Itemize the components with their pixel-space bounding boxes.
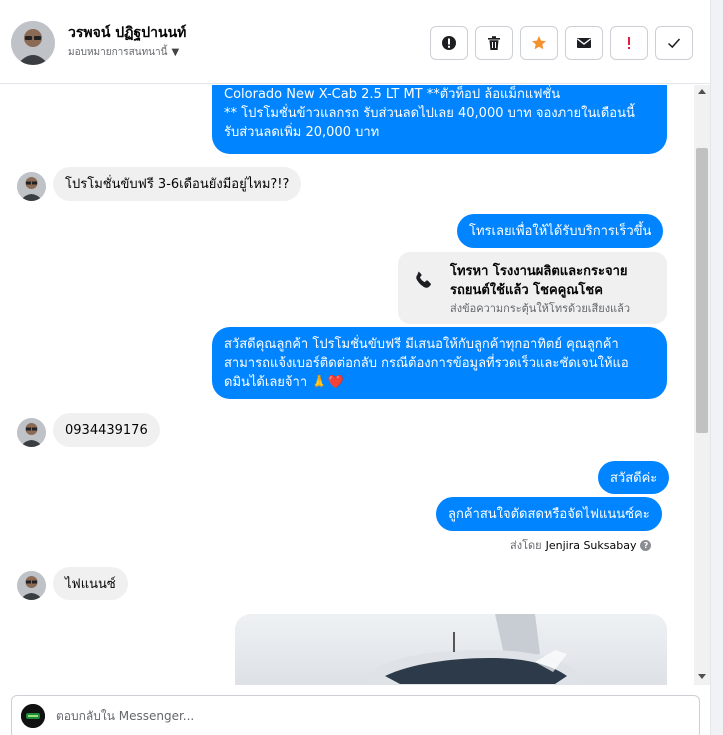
call-card-title: โทรหา โรงงานผลิตและกระจาย รถยนต์ใช้แล้ว … <box>450 262 655 300</box>
message-line: สามารถแจ้งเบอร์ติดต่อกลับ กรณีต้องการข้อ… <box>224 356 629 371</box>
alert-circle-icon <box>442 36 456 50</box>
outgoing-message: สวัสดีค่ะ <box>598 461 670 494</box>
star-icon <box>532 36 546 50</box>
mark-spam-button[interactable] <box>430 26 468 60</box>
outgoing-message: ลูกค้าสนใจตัดสดหรือจัดไฟแนนซ์คะ <box>436 497 662 531</box>
outgoing-message: Colorado New X-Cab 2.5 LT MT **ตัวท็อป ล… <box>212 85 667 154</box>
help-icon[interactable]: ? <box>640 539 652 551</box>
mark-done-button[interactable] <box>655 26 693 60</box>
header-actions <box>430 26 693 60</box>
scroll-thumb[interactable] <box>696 148 708 433</box>
sent-by-label: ส่งโดย Jenjira Suksabay ? <box>510 536 652 554</box>
call-request-card[interactable]: โทรหา โรงงานผลิตและกระจาย รถยนต์ใช้แล้ว … <box>398 252 667 324</box>
envelope-icon <box>577 38 591 48</box>
delete-button[interactable] <box>475 26 513 60</box>
contact-name[interactable]: วรพจน์ ปฏิฐปานนท์ <box>68 22 186 44</box>
page-logo-icon <box>21 704 45 728</box>
message-line: รับส่วนลดเพิ่ม 20,000 บาท <box>224 125 380 140</box>
contact-avatar-small <box>17 172 46 201</box>
check-icon <box>667 38 681 49</box>
message-line: สวัสดีคุณลูกค้า โปรโมชั่นขับฟรี มีเสนอให… <box>224 337 619 352</box>
call-title-line: รถยนต์ใช้แล้ว โชคคูณโชค <box>450 283 603 298</box>
call-card-subtitle: ส่งข้อความกระตุ้นให้โทรด้วยเสียงแล้ว <box>450 302 631 315</box>
window-edge <box>710 0 723 735</box>
thread-scrollbar[interactable] <box>694 85 710 685</box>
caret-down-icon: ▼ <box>171 47 180 58</box>
contact-avatar[interactable] <box>11 21 55 65</box>
car-photo-attachment[interactable] <box>235 614 667 685</box>
sent-by-agent: Jenjira Suksabay <box>545 538 637 552</box>
reply-input[interactable] <box>56 702 676 730</box>
incoming-message: โปรโมชั่นขับฟรี 3-6เดือนยังมีอยู่ไหม?!? <box>53 167 302 201</box>
phone-icon <box>416 271 431 288</box>
incoming-message: ไฟแนนซ์ <box>53 567 128 600</box>
message-line: ดมินได้เลยจ้าา 🙏❤️ <box>224 375 344 390</box>
message-thread[interactable]: Colorado New X-Cab 2.5 LT MT **ตัวท็อป ล… <box>0 85 694 685</box>
exclamation-icon <box>628 37 630 49</box>
assign-conversation-dropdown[interactable]: มอบหมายการสนทนานี้ ▼ <box>68 45 179 60</box>
scroll-up-arrow-icon[interactable] <box>698 89 706 94</box>
contact-avatar-small <box>17 571 46 600</box>
contact-avatar-small <box>17 418 46 447</box>
reply-composer <box>0 686 710 735</box>
mark-important-button[interactable] <box>610 26 648 60</box>
incoming-message: 0934439176 <box>53 413 160 447</box>
assign-label: มอบหมายการสนทนานี้ <box>68 47 168 58</box>
messenger-inbox: วรพจน์ ปฏิฐปานนท์ มอบหมายการสนทนานี้ ▼ C… <box>0 0 723 735</box>
star-button[interactable] <box>520 26 558 60</box>
outgoing-message: สวัสดีคุณลูกค้า โปรโมชั่นขับฟรี มีเสนอให… <box>212 327 667 399</box>
trash-icon <box>488 36 500 50</box>
reply-box[interactable] <box>11 695 700 735</box>
message-line: Colorado New X-Cab 2.5 LT MT **ตัวท็อป ล… <box>224 87 561 102</box>
scroll-down-arrow-icon[interactable] <box>698 674 706 679</box>
message-line: ** โปรโมชั่นข้าวแลกรถ รับส่วนลดไปเลย 40,… <box>224 106 635 121</box>
call-title-line: โทรหา โรงงานผลิตและกระจาย <box>450 264 628 279</box>
conversation-header: วรพจน์ ปฏิฐปานนท์ มอบหมายการสนทนานี้ ▼ <box>0 0 710 84</box>
outgoing-message: โทรเลยเพื่อให้ได้รับบริการเร็วขึ้น <box>457 214 664 248</box>
sent-by-prefix: ส่งโดย <box>510 539 542 552</box>
mark-unread-button[interactable] <box>565 26 603 60</box>
